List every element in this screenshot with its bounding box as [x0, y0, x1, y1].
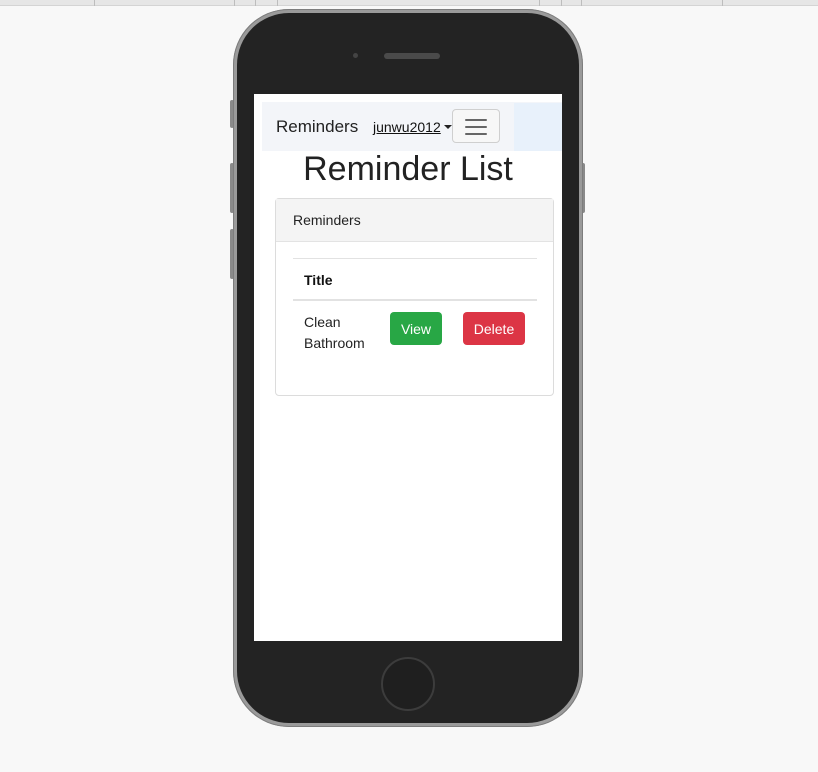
phone-home-button[interactable]: [381, 657, 435, 711]
delete-button[interactable]: Delete: [463, 312, 525, 345]
phone-camera: [353, 53, 358, 58]
reminder-title: Clean Bathroom: [304, 314, 365, 351]
hamburger-icon: [465, 126, 487, 128]
column-header-title: Title: [293, 259, 537, 301]
view-button[interactable]: View: [390, 312, 442, 345]
hamburger-icon: [465, 119, 487, 121]
navbar-extension: [514, 103, 562, 151]
navbar-brand[interactable]: Reminders: [276, 117, 358, 137]
caret-down-icon: [443, 125, 452, 129]
user-dropdown-label: junwu2012: [373, 119, 441, 135]
hamburger-icon: [465, 133, 487, 135]
card-header: Reminders: [276, 199, 553, 242]
table-row: Clean Bathroom View Delete: [293, 301, 537, 371]
reminders-card: Reminders Title Clean Bathroom View Dele…: [275, 198, 554, 396]
phone-screen: Reminders junwu2012 Reminder List Remind…: [254, 94, 562, 641]
ruler-strip: [0, 0, 818, 6]
user-dropdown[interactable]: junwu2012: [373, 119, 452, 135]
phone-speaker: [384, 53, 440, 59]
page-title: Reminder List: [303, 150, 513, 188]
reminders-table: Title Clean Bathroom View Delete: [293, 258, 537, 371]
navbar-toggler-button[interactable]: [452, 109, 500, 143]
